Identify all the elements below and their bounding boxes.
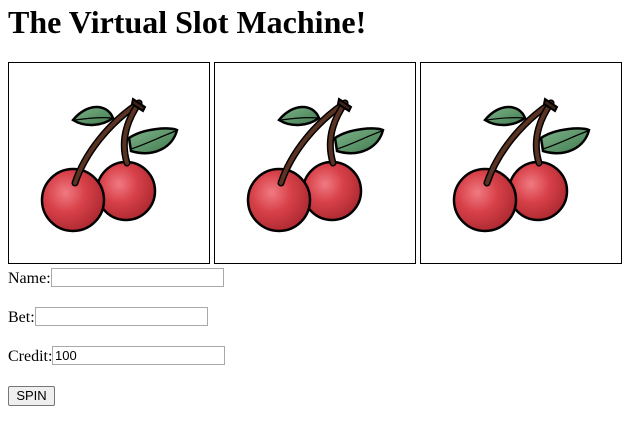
name-label: Name:: [8, 270, 51, 287]
credit-label: Credit:: [8, 348, 53, 365]
name-input[interactable]: [51, 268, 224, 287]
cherry-icon: [421, 63, 621, 263]
cherry-icon: [9, 63, 209, 263]
cherry-icon: [215, 63, 415, 263]
reel-2: [214, 62, 416, 264]
bet-label: Bet:: [8, 309, 35, 326]
bet-input[interactable]: [35, 307, 208, 326]
spin-button[interactable]: SPIN: [8, 386, 55, 406]
page-title: The Virtual Slot Machine!: [8, 4, 367, 40]
reel-1: [8, 62, 210, 264]
credit-input[interactable]: [52, 346, 225, 365]
reel-3: [420, 62, 622, 264]
